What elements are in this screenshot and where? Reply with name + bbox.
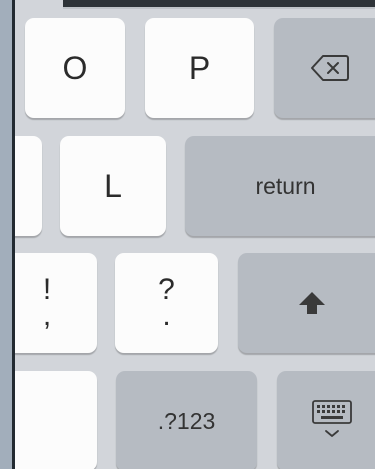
- key-l[interactable]: L: [60, 136, 166, 236]
- numbers-key-label: .?123: [157, 407, 216, 434]
- key-p[interactable]: P: [145, 18, 254, 118]
- keyboard: O P L return ! , ? . .?123: [15, 0, 375, 469]
- return-key[interactable]: return: [185, 136, 375, 236]
- key-question-period[interactable]: ? .: [115, 253, 218, 353]
- side-panel: [0, 0, 15, 469]
- keyboard-top-edge: [63, 0, 375, 9]
- backspace-key[interactable]: [274, 18, 375, 118]
- keyboard-dismiss-icon: [310, 399, 354, 443]
- key-o-label: O: [62, 49, 88, 86]
- key-o[interactable]: O: [25, 18, 125, 118]
- return-key-label: return: [255, 172, 316, 199]
- shift-arrow-icon: [297, 290, 327, 316]
- key-comma-label: ,: [42, 299, 52, 332]
- key-p-label: P: [188, 49, 211, 86]
- key-exclamation-comma[interactable]: ! ,: [15, 253, 97, 353]
- key-l-label: L: [104, 167, 122, 204]
- keyboard-dismiss-key[interactable]: [277, 371, 375, 469]
- numbers-key[interactable]: .?123: [116, 371, 257, 469]
- key-partial-bottom[interactable]: [15, 371, 97, 469]
- backspace-icon: [310, 54, 350, 82]
- shift-key[interactable]: [238, 253, 375, 353]
- key-partial-left[interactable]: [15, 136, 42, 236]
- key-period-label: .: [162, 299, 171, 332]
